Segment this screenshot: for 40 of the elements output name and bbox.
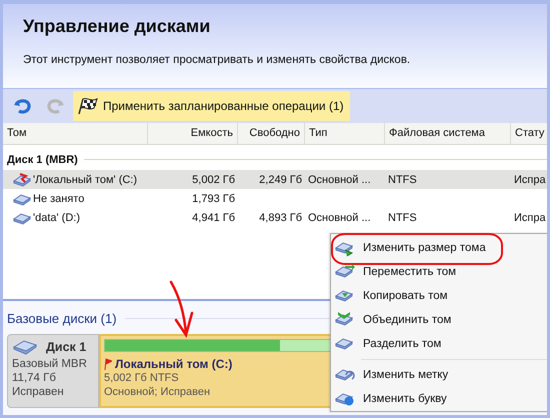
table-cell: 4,893 Гб [259,212,302,224]
table-cell: Основной ... [308,212,371,224]
table-cell: Основной ... [308,174,371,186]
table-cell: Испра [514,212,546,224]
partition-name: Локальный том (C:) [115,357,232,371]
menu-item[interactable]: Переместить том [331,260,547,284]
column-header[interactable]: Тип [305,123,385,144]
basic-disks-heading: Базовые диски (1) [7,311,117,326]
disk-group-label: Диск 1 (MBR) [7,154,78,166]
column-header[interactable]: Стату [511,123,547,144]
column-header[interactable]: Емкость [148,123,238,144]
apply-operations-button[interactable]: Применить запланированные операции (1) [73,91,350,121]
menu-item[interactable]: Объединить том [331,308,547,332]
page-description: Этот инструмент позволяет просматривать и изменять свойства дисков. [23,54,412,66]
table-cell: 4,941 Гб [192,212,235,224]
table-cell: 2,249 Гб [259,174,302,186]
table-cell: Испра [514,174,546,186]
table-cell: NTFS [388,212,417,224]
column-header[interactable]: Файловая система [385,123,511,144]
volume-name: 'Локальный том' (C:) [33,174,138,186]
table-cell: NTFS [388,174,417,186]
partition-details: 5,002 Гб NTFS [104,371,179,385]
table-cell: 5,002 Гб [192,174,235,186]
volume-row[interactable]: 'Локальный том' (C:) 5,002 Гб 2,249 Гб Основной ... NTFS Испра [3,170,547,189]
column-header[interactable]: Свободно [238,123,305,144]
checkered-flag-icon [77,97,99,115]
volume-row[interactable]: 'data' (D:) 4,941 Гб 4,893 Гб Основной ... NTFS Испра [3,208,547,227]
volume-row[interactable]: Не занято 1,793 Гб [3,189,547,208]
disk-size: 11,74 Гб [12,371,57,385]
disk-status: Исправен [12,385,65,399]
volume-name: Не занято [33,192,84,204]
partition-status: Основной; Исправен [104,385,210,399]
disk-name: Диск 1 [46,340,86,354]
disk-type: Базовый MBR [12,357,88,371]
table-cell: 1,793 Гб [192,192,235,204]
disk-card[interactable]: Диск 1 Базовый MBR 11,74 Гб Исправен [7,334,99,408]
column-header[interactable]: Том [3,123,148,144]
page-title: Управление дисками [23,16,212,37]
menu-item[interactable]: Копировать том [331,284,547,308]
volume-name: 'data' (D:) [33,212,80,224]
